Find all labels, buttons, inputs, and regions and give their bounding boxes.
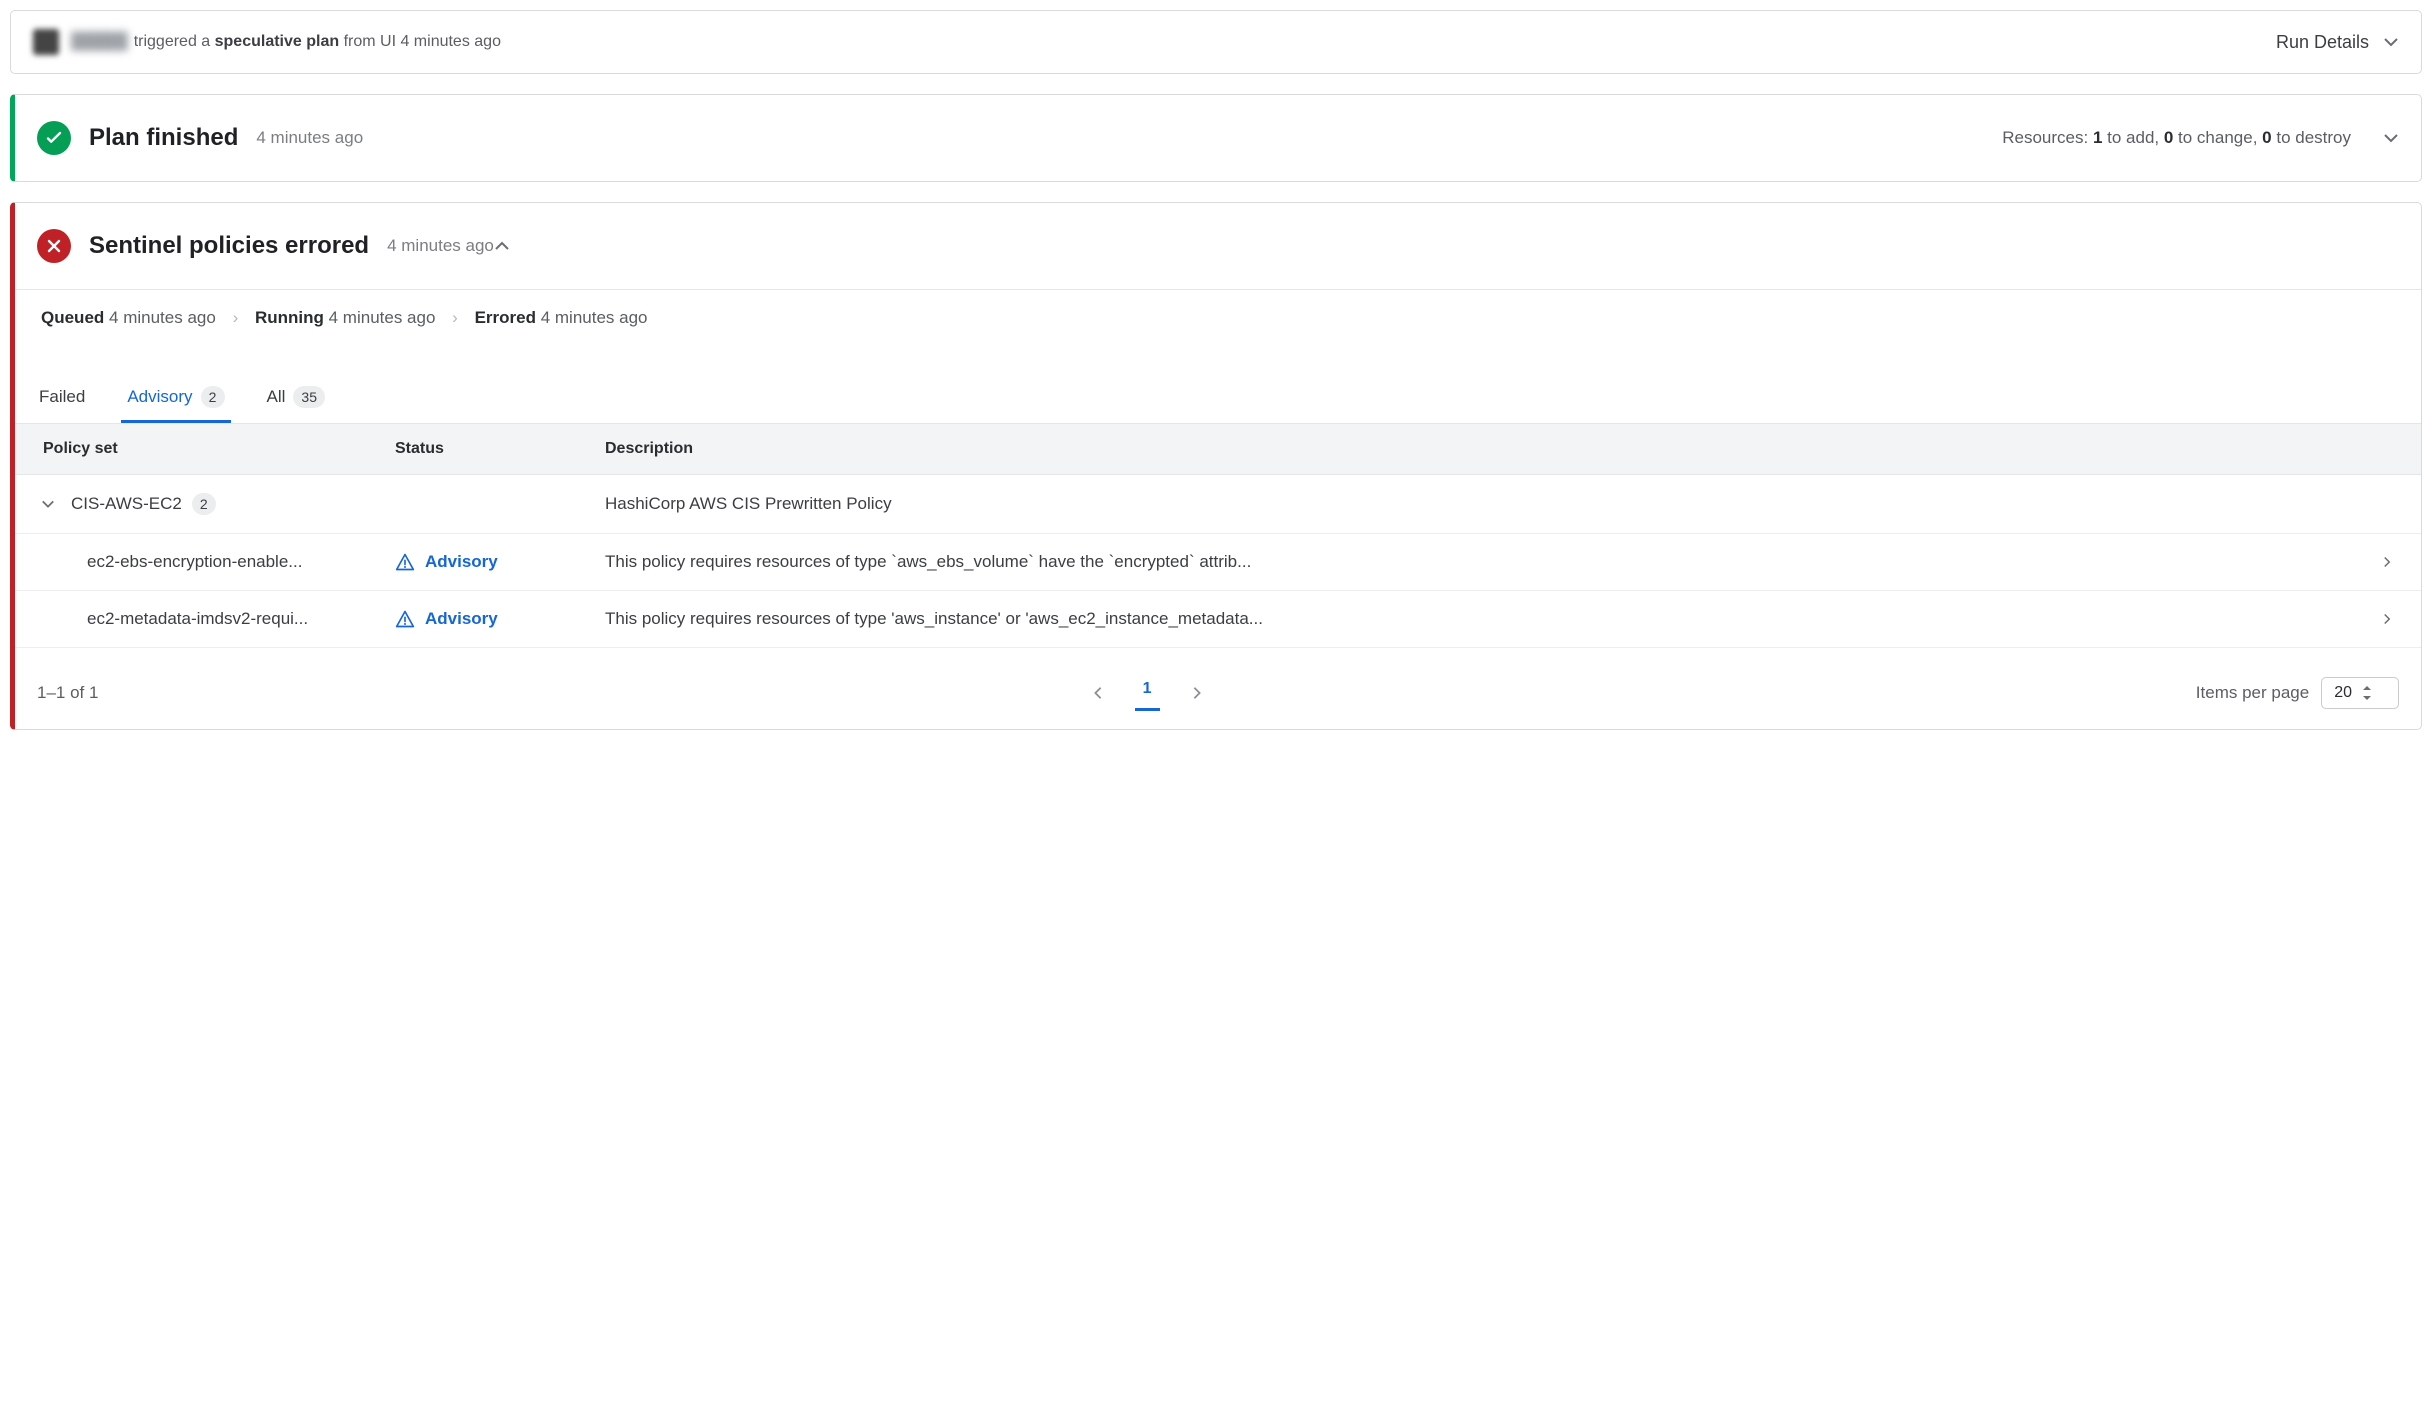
tab-failed[interactable]: Failed [33,377,91,422]
warning-icon [395,609,415,629]
sentinel-panel: Sentinel policies errored 4 minutes ago … [10,202,2422,730]
chevron-right-icon: › [233,308,239,327]
tab-all[interactable]: All 35 [261,376,331,423]
th-policy-set: Policy set [15,424,375,475]
sentinel-header[interactable]: Sentinel policies errored 4 minutes ago [15,203,2421,289]
policy-description: This policy requires resources of type `… [605,552,1365,572]
chevron-right-icon[interactable] [2381,556,2393,568]
policy-name: ec2-metadata-imdsv2-requi... [87,609,355,629]
policy-description: This policy requires resources of type '… [605,609,1365,629]
warning-icon [395,552,415,572]
items-per-page-select[interactable]: 20 [2321,677,2399,709]
username: █████ [71,33,128,51]
check-circle-icon [37,121,71,155]
status-breadcrumb: Queued 4 minutes ago › Running 4 minutes… [15,289,2421,346]
policy-status: Advisory [395,552,565,572]
avatar [33,29,59,55]
tab-advisory-count: 2 [201,386,225,408]
sentinel-title: Sentinel policies errored [89,232,369,260]
chevron-down-icon [2383,34,2399,50]
tab-all-count: 35 [293,386,325,408]
page-number[interactable]: 1 [1135,674,1160,711]
trigger-text: triggered a speculative plan from UI 4 m… [134,33,501,51]
plan-time-ago: 4 minutes ago [256,128,363,148]
breadcrumb-item-running: Running 4 minutes ago [255,308,435,327]
policy-set-count: 2 [192,493,216,515]
policy-tabs: Failed Advisory 2 All 35 [15,376,2421,423]
th-status: Status [375,424,585,475]
next-page-button[interactable] [1182,680,1212,706]
chevron-up-icon[interactable] [494,238,510,254]
run-details-toggle[interactable]: Run Details [2276,32,2399,53]
pagination-range: 1–1 of 1 [37,683,98,703]
plan-finished-panel: Plan finished 4 minutes ago Resources: 1… [10,94,2422,182]
policy-set-name: CIS-AWS-EC2 [71,494,182,514]
sort-icon [2362,686,2372,700]
chevron-right-icon: › [452,308,458,327]
breadcrumb-item-queued: Queued 4 minutes ago [41,308,216,327]
breadcrumb-item-errored: Errored 4 minutes ago [475,308,648,327]
resource-summary: Resources: 1 to add, 0 to change, 0 to d… [2002,128,2351,148]
plan-finished-header[interactable]: Plan finished 4 minutes ago Resources: 1… [15,95,2421,181]
run-details-bar: █████ triggered a speculative plan from … [10,10,2422,74]
error-circle-icon [37,229,71,263]
policy-name: ec2-ebs-encryption-enable... [87,552,355,572]
chevron-down-icon[interactable] [2383,130,2399,146]
th-description: Description [585,424,2361,475]
items-per-page-label: Items per page [2196,683,2309,703]
chevron-down-icon[interactable] [41,497,55,511]
policy-set-row[interactable]: CIS-AWS-EC2 2 HashiCorp AWS CIS Prewritt… [15,475,2421,534]
policy-table: Policy set Status Description CIS-AWS-EC… [15,423,2421,648]
chevron-right-icon[interactable] [2381,613,2393,625]
prev-page-button[interactable] [1083,680,1113,706]
run-details-label: Run Details [2276,32,2369,53]
pagination: 1–1 of 1 1 Items per page 20 [15,648,2421,729]
policy-status: Advisory [395,609,565,629]
sentinel-time-ago: 4 minutes ago [387,236,494,256]
policy-row[interactable]: ec2-ebs-encryption-enable... Advisory Th… [15,534,2421,591]
tab-advisory[interactable]: Advisory 2 [121,376,230,423]
plan-finished-title: Plan finished [89,124,238,152]
policy-row[interactable]: ec2-metadata-imdsv2-requi... Advisory Th… [15,591,2421,648]
policy-set-description: HashiCorp AWS CIS Prewritten Policy [605,494,892,513]
